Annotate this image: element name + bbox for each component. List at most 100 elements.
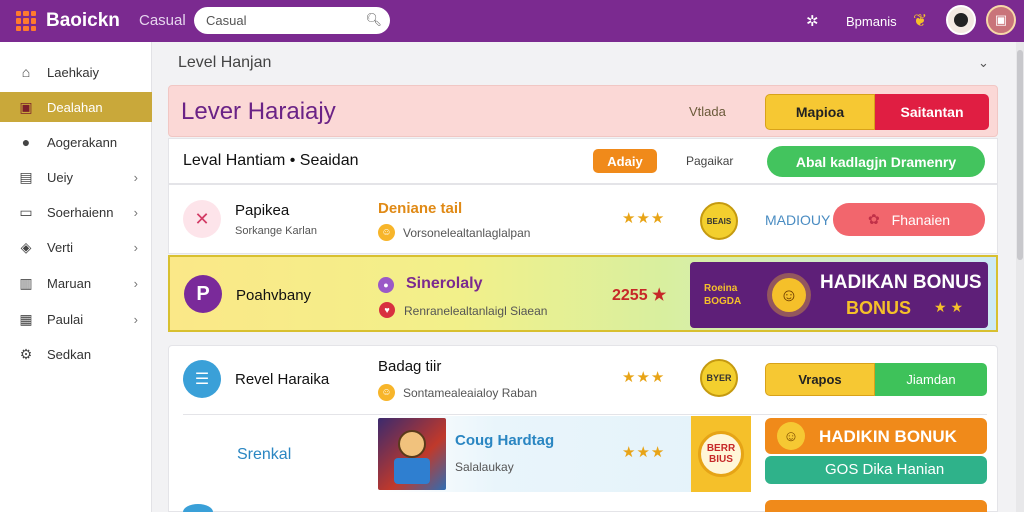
- apply-button[interactable]: Adaiy: [593, 149, 657, 173]
- bonus-subtitle: GOS Dika Hanian: [825, 461, 945, 478]
- list-item[interactable]: Srenkal Coug Hardtag Salalaukay ★★★ BERR…: [183, 416, 751, 492]
- row-primary-button[interactable]: Vrapos: [765, 363, 875, 396]
- sidebar-item-label: Aogerakann: [47, 134, 118, 150]
- item-subtitle: Sorkange Karlan: [235, 225, 317, 237]
- item-name: Revel Haraika: [235, 371, 330, 388]
- sidebar-item-label: Maruan: [47, 275, 92, 291]
- user-label[interactable]: Bpmanis: [846, 0, 897, 42]
- list-item[interactable]: ✕ Papikea Sorkange Karlan Deniane tail ☺…: [168, 184, 998, 254]
- window-icon: ▭: [19, 203, 33, 220]
- breadcrumb[interactable]: Level Hanjan: [178, 54, 271, 72]
- pager-label[interactable]: Pagaikar: [686, 154, 733, 168]
- bonus-banner-title: HADIKAN BONUS: [820, 272, 982, 293]
- divider: [183, 414, 987, 415]
- avatar[interactable]: [946, 5, 976, 35]
- bear-icon[interactable]: ❦: [913, 0, 927, 42]
- app-grid-icon[interactable]: [16, 11, 36, 31]
- category-label[interactable]: Casual: [139, 12, 186, 29]
- potion-icon: ●: [378, 277, 394, 293]
- chevron-down-icon[interactable]: ⌄: [978, 55, 989, 71]
- sidebar-item-6[interactable]: ▥ Maruan ›: [0, 268, 152, 298]
- item-title: Badag tiir: [378, 358, 442, 375]
- user-icon: ●: [21, 134, 31, 150]
- hero-primary-button[interactable]: Mapioa: [765, 94, 875, 130]
- game-thumbnail: [378, 418, 446, 490]
- sidebar-item-label: Paulai: [47, 311, 84, 327]
- aside-label: MADIOUY: [765, 212, 831, 228]
- item-title: Coug Hardtag: [455, 432, 555, 449]
- chevron-right-icon: ›: [133, 239, 138, 255]
- sidebar-item-8[interactable]: ⚙ Sedkan: [0, 339, 152, 369]
- scrollbar[interactable]: [1016, 42, 1024, 512]
- sidebar-item-label: Dealahan: [47, 99, 103, 115]
- rating-stars: ★★★: [622, 444, 666, 461]
- list-item-highlighted[interactable]: P Poahvbany ● Sinerolaly ♥ Renranelealta…: [168, 255, 998, 332]
- star-icon: ★ ★: [934, 299, 963, 315]
- item-name: Srenkal: [237, 446, 292, 463]
- basket-icon: ▥: [19, 274, 33, 291]
- brand-name[interactable]: Baoickn: [46, 10, 120, 32]
- hero-tag: Vtlada: [689, 104, 726, 119]
- rating-stars: ★★★: [622, 210, 666, 227]
- bonus-sub-button[interactable]: GOS Dika Hanian: [765, 456, 987, 484]
- menu-icon: ☰: [183, 360, 221, 398]
- chevron-right-icon: ›: [133, 204, 138, 220]
- chevron-right-icon: ›: [133, 311, 138, 327]
- row-action-button[interactable]: ✿ Fhanaien: [833, 203, 985, 236]
- sun-icon: ☺: [777, 422, 805, 450]
- sidebar-item-label: Soerhaienn: [47, 204, 114, 220]
- badge-medal: BYER: [700, 359, 738, 397]
- sidebar-item-label: Sedkan: [47, 346, 92, 362]
- next-row-icon: [183, 504, 213, 512]
- bonus-button[interactable]: ☺ HADIKIN BONUK: [765, 418, 987, 454]
- sun-icon: ☺: [772, 278, 806, 312]
- tag-icon: ◈: [20, 238, 32, 255]
- game-icon: ✕: [183, 200, 221, 238]
- item-description: Sontamealeaialoy Raban: [403, 386, 538, 400]
- row-secondary-button[interactable]: Jiamdan: [875, 363, 987, 396]
- sidebar-item-3[interactable]: ▤ Ueiy ›: [0, 162, 152, 192]
- book-icon: ▤: [19, 168, 33, 185]
- row-action-label: Fhanaien: [891, 211, 951, 228]
- sidebar-item-4[interactable]: ▭ Soerhaienn ›: [0, 197, 152, 227]
- bonus-banner-left-label: Roeina BOGDA: [704, 283, 742, 307]
- search-box[interactable]: 🔍︎: [194, 7, 390, 34]
- section-title: Leval Hantiam • Seaidan: [183, 152, 359, 169]
- sidebar-item-5[interactable]: ◈ Verti ›: [0, 232, 152, 262]
- bonus-banner[interactable]: Roeina BOGDA ☺ HADIKAN BONUS BONUS ★ ★: [690, 262, 988, 328]
- rating-stars: ★★★: [622, 369, 666, 386]
- profile-menu-icon[interactable]: ▣: [986, 5, 1016, 35]
- emoji-icon: ☺: [378, 224, 395, 241]
- promo-button[interactable]: Abal kadlagjn Dramenry: [767, 146, 985, 177]
- chevron-right-icon: ›: [133, 169, 138, 185]
- sidebar-item-2[interactable]: ● Aogerakann: [0, 127, 152, 157]
- sidebar-item-label: Verti: [47, 239, 74, 255]
- item-name: Papikea: [235, 202, 290, 219]
- item-name: Poahvbany: [236, 287, 312, 304]
- home-icon: ⌂: [21, 64, 31, 80]
- flower-icon: ✿: [867, 211, 880, 227]
- item-description: Vorsonelealtanlaglalpan: [403, 226, 531, 240]
- sidebar-item-1[interactable]: ▣ Dealahan: [0, 92, 152, 122]
- heart-icon: ♥: [379, 302, 395, 318]
- badge-medal: BERR BIUS: [698, 431, 744, 477]
- emoji-icon: ☺: [378, 384, 395, 401]
- badge-medal: BEAIS: [700, 202, 738, 240]
- section-header: Leval Hantiam • Seaidan Adaiy Pagaikar A…: [168, 138, 998, 184]
- top-bar: Baoickn Casual 🔍︎ ✲ Bpmanis ❦ ▣: [0, 0, 1024, 42]
- character-icon: [398, 430, 426, 458]
- hero-banner: Lever Haraiajy Vtlada Mapioa Saitantan: [168, 85, 998, 137]
- badge-icon: ▣: [19, 98, 33, 115]
- scrollbar-thumb[interactable]: [1017, 50, 1023, 260]
- item-title: Deniane tail: [378, 200, 463, 217]
- sparkle-icon[interactable]: ✲: [806, 0, 819, 42]
- sidebar-item-0[interactable]: ⌂ Laehkaiy: [0, 57, 152, 87]
- character-body: [394, 458, 430, 484]
- search-icon[interactable]: 🔍︎: [365, 12, 382, 28]
- sidebar-item-7[interactable]: ▦ Paulai ›: [0, 304, 152, 334]
- hero-secondary-button[interactable]: Saitantan: [875, 94, 989, 130]
- game-icon: P: [184, 275, 222, 313]
- search-input[interactable]: [206, 12, 356, 29]
- settings-icon: ⚙: [19, 345, 33, 362]
- item-title: Sinerolaly: [406, 275, 483, 292]
